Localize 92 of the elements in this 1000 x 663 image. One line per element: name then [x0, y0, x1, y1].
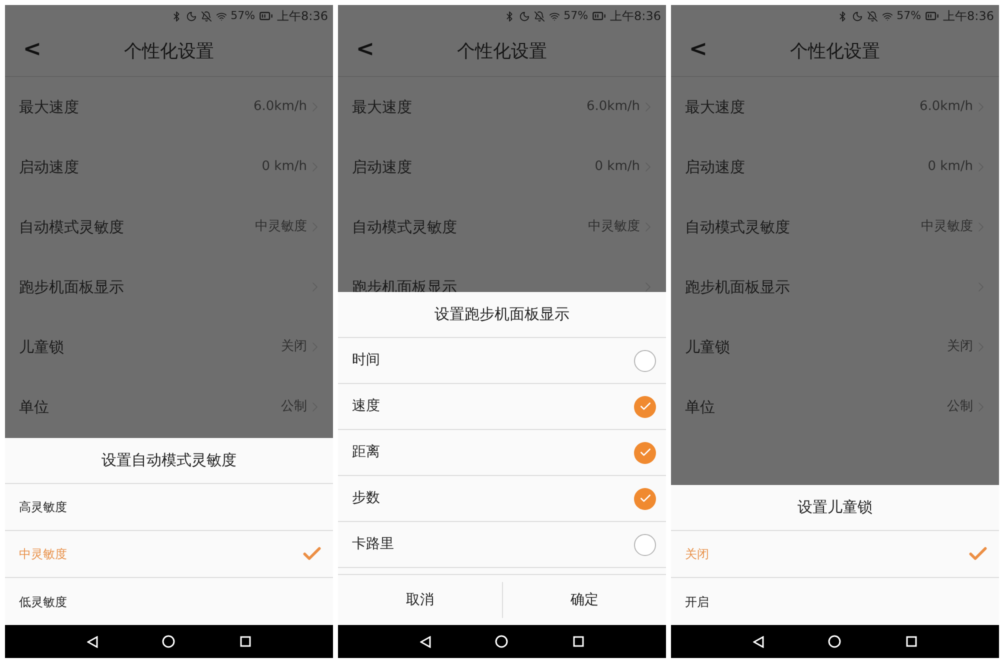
settings-row[interactable]: 启动速度 0 km/h	[5, 137, 333, 197]
settings-row[interactable]: 跑步机面板显示	[671, 257, 999, 317]
battery-icon	[259, 9, 274, 23]
setting-value: 中灵敏度	[921, 218, 973, 236]
back-nav-icon[interactable]	[87, 636, 98, 648]
option-label: 步数	[352, 489, 380, 508]
setting-value: 关闭	[281, 338, 307, 356]
sheet-title: 设置跑步机面板显示	[434, 304, 570, 326]
settings-row[interactable]: 儿童锁 关闭	[5, 317, 333, 377]
check-icon	[638, 400, 652, 413]
checkbox[interactable]	[634, 534, 656, 556]
page-title: 个性化设置	[124, 40, 214, 64]
settings-row[interactable]: 单位 公制	[5, 377, 333, 437]
option-row[interactable]: 步数	[338, 476, 666, 522]
option-row[interactable]: 低灵敏度	[5, 578, 333, 625]
bell-off-icon	[534, 10, 545, 22]
recents-nav-icon[interactable]	[572, 636, 584, 647]
settings-row[interactable]: 最大速度 6.0km/h	[5, 77, 333, 137]
setting-value: 6.0km/h	[586, 98, 640, 116]
clock: 上午8:36	[277, 8, 328, 25]
option-row[interactable]: 关闭	[671, 531, 999, 578]
option-row[interactable]: 卡路里	[338, 522, 666, 568]
moon-icon	[852, 10, 863, 22]
checkbox[interactable]	[634, 488, 656, 510]
settings-row[interactable]: 最大速度 6.0km/h	[338, 77, 666, 137]
option-label: 时间	[352, 351, 380, 370]
bluetooth-icon	[504, 10, 515, 22]
moon-icon	[186, 10, 197, 22]
setting-value: 中灵敏度	[588, 218, 640, 236]
clock: 上午8:36	[610, 8, 661, 25]
back-button[interactable]: <	[23, 39, 42, 61]
option-row[interactable]: 中灵敏度	[5, 531, 333, 578]
option-row[interactable]: 距离	[338, 430, 666, 476]
clock: 上午8:36	[943, 8, 994, 25]
check-icon	[638, 492, 652, 505]
recents-nav-icon[interactable]	[240, 636, 251, 647]
page-title: 个性化设置	[790, 40, 880, 64]
home-nav-icon[interactable]	[828, 635, 842, 648]
bell-off-icon	[866, 10, 878, 22]
back-button[interactable]: <	[356, 39, 374, 61]
settings-row[interactable]: 最大速度 6.0km/h	[671, 77, 999, 137]
setting-value: 6.0km/h	[920, 98, 973, 116]
page-title: 个性化设置	[457, 40, 547, 64]
setting-value: 0 km/h	[594, 158, 640, 176]
dialog-button[interactable]: 取消	[338, 582, 502, 618]
check-icon	[638, 446, 652, 459]
settings-row[interactable]: 自动模式灵敏度 中灵敏度	[338, 197, 666, 257]
checkbox[interactable]	[634, 350, 656, 372]
settings-row[interactable]: 儿童锁 关闭	[671, 317, 999, 377]
setting-value: 公制	[947, 398, 973, 416]
bluetooth-icon	[170, 10, 182, 22]
bell-off-icon	[200, 10, 212, 22]
settings-row[interactable]: 启动速度 0 km/h	[338, 137, 666, 197]
settings-row[interactable]: 自动模式灵敏度 中灵敏度	[5, 197, 333, 257]
checkbox[interactable]	[634, 396, 656, 418]
wifi-icon	[548, 10, 560, 22]
wifi-icon	[882, 10, 893, 22]
setting-value: 6.0km/h	[254, 98, 307, 116]
back-nav-icon[interactable]	[420, 636, 432, 648]
wifi-icon	[216, 10, 227, 22]
bluetooth-icon	[836, 10, 848, 22]
option-row[interactable]: 开启	[671, 578, 999, 625]
option-label: 距离	[352, 443, 380, 462]
back-nav-icon[interactable]	[753, 636, 764, 648]
setting-value: 公制	[281, 398, 307, 416]
option-row[interactable]: 速度	[338, 384, 666, 430]
battery-icon	[925, 9, 940, 23]
battery-icon	[592, 9, 606, 23]
option-label: 卡路里	[352, 535, 394, 554]
home-nav-icon[interactable]	[162, 635, 176, 648]
battery-percent: 57%	[230, 8, 256, 24]
moon-icon	[518, 10, 530, 22]
recents-nav-icon[interactable]	[906, 636, 917, 647]
dialog-button[interactable]: 确定	[502, 582, 666, 618]
battery-percent: 57%	[564, 8, 588, 24]
option-label: 速度	[352, 397, 380, 416]
sheet-title: 设置儿童锁	[798, 497, 872, 518]
back-button[interactable]: <	[689, 39, 708, 61]
settings-row[interactable]: 自动模式灵敏度 中灵敏度	[671, 197, 999, 257]
settings-row[interactable]: 单位 公制	[671, 377, 999, 437]
setting-value: 关闭	[947, 338, 973, 356]
sheet-title: 设置自动模式灵敏度	[102, 450, 236, 472]
option-row[interactable]: 高灵敏度	[5, 484, 333, 531]
setting-value: 0 km/h	[262, 158, 307, 176]
settings-row[interactable]: 启动速度 0 km/h	[671, 137, 999, 197]
home-nav-icon[interactable]	[495, 635, 508, 648]
option-row[interactable]: 时间	[338, 338, 666, 384]
settings-row[interactable]: 跑步机面板显示	[5, 257, 333, 317]
battery-percent: 57%	[896, 8, 922, 24]
checkbox[interactable]	[634, 442, 656, 464]
setting-value: 中灵敏度	[255, 218, 307, 236]
setting-value: 0 km/h	[928, 158, 973, 176]
